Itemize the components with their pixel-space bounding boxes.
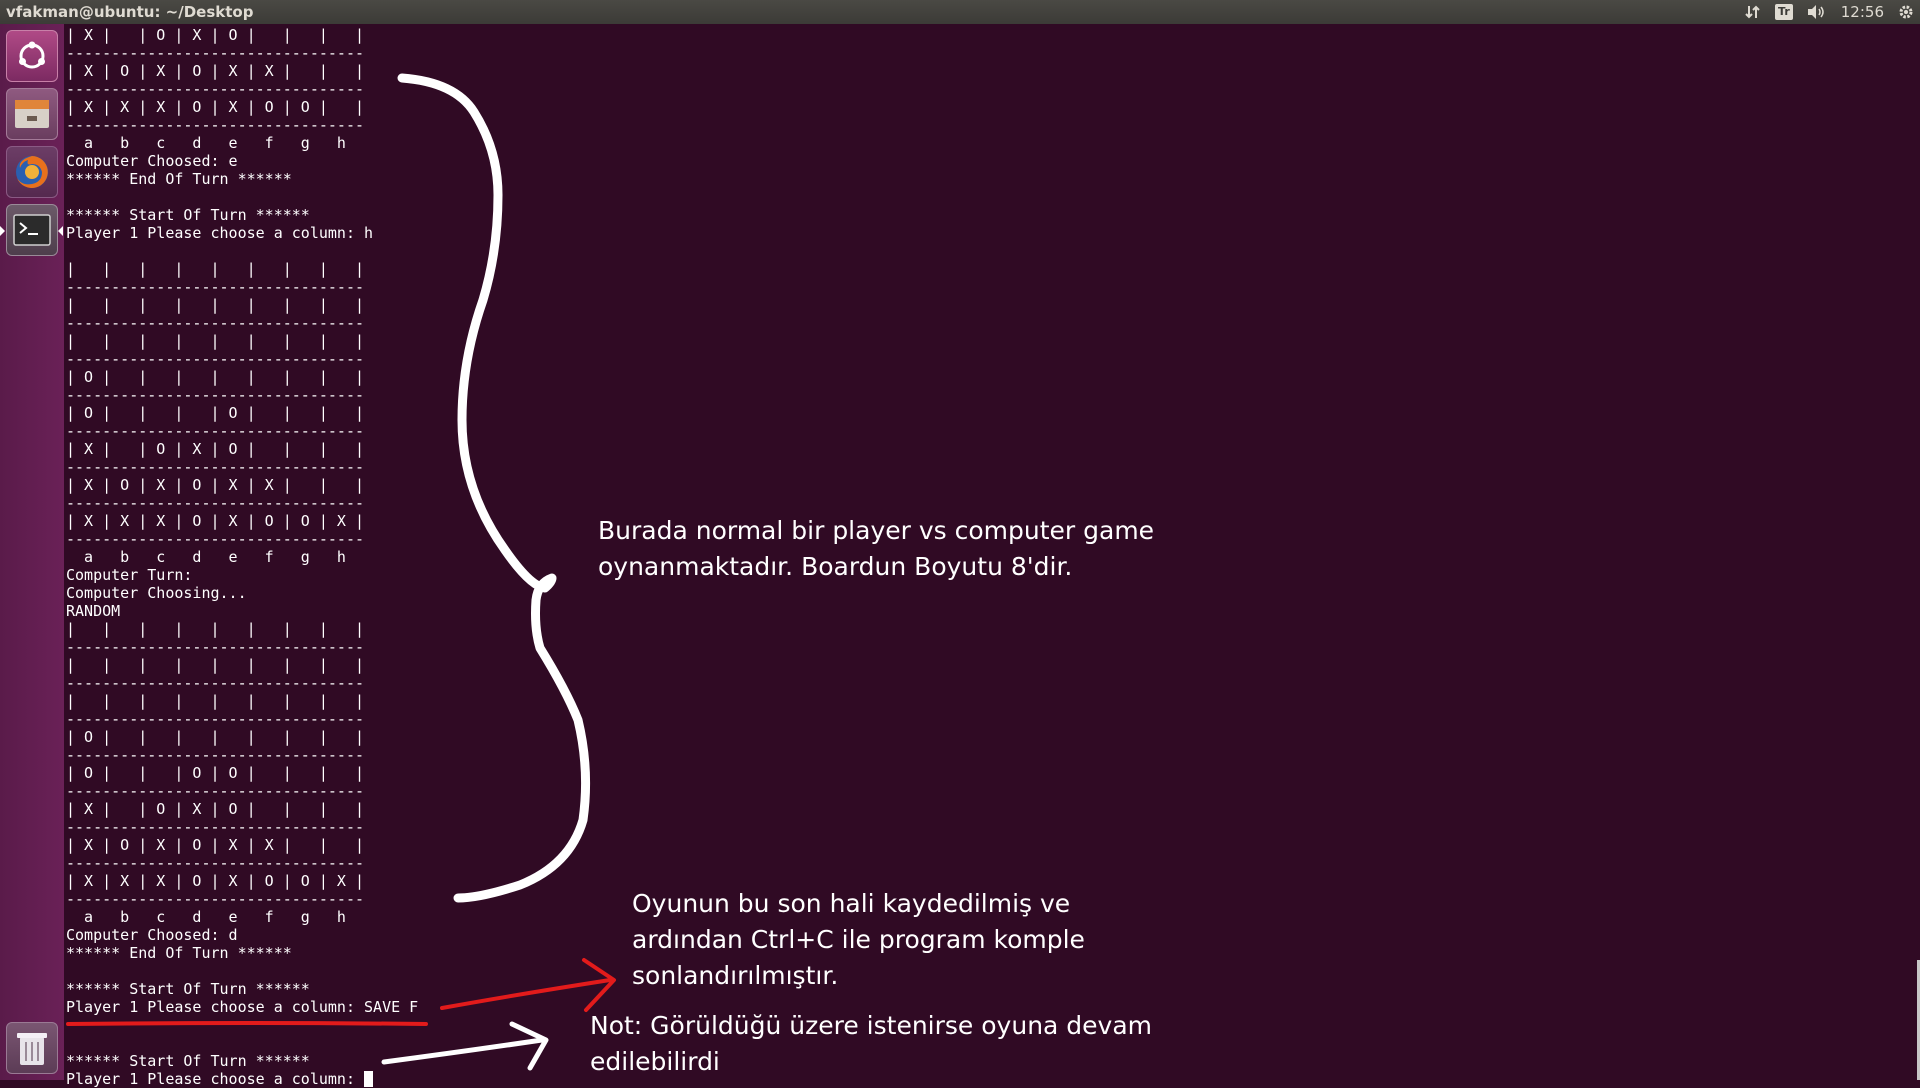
terminal-line: --------------------------------- — [66, 116, 365, 134]
terminal-line: | O | | | O | O | | | | — [66, 764, 365, 782]
terminal-line: ****** End Of Turn ****** — [66, 170, 292, 188]
terminal-line: ****** Start Of Turn ****** — [66, 1052, 310, 1070]
annotation-note-game: Burada normal bir player vs computer gam… — [598, 516, 1155, 581]
keyboard-layout-label: Tr — [1775, 4, 1793, 20]
terminal-line: | | | | | | | | | — [66, 332, 365, 350]
terminal-line: --------------------------------- — [66, 278, 365, 296]
keyboard-layout-icon[interactable]: Tr — [1775, 0, 1793, 24]
network-arrows-icon[interactable] — [1745, 0, 1761, 24]
terminal-line: Player 1 Please choose a column: SAVE F — [66, 998, 419, 1016]
terminal-line: --------------------------------- — [66, 818, 365, 836]
terminal-line: Player 1 Please choose a column: h — [66, 224, 374, 242]
terminal-line: --------------------------------- — [66, 890, 365, 908]
terminal-line: --------------------------------- — [66, 530, 365, 548]
terminal-line: | X | O | X | O | X | X | | | — [66, 476, 365, 494]
terminal-line: ****** End Of Turn ****** — [66, 944, 292, 962]
dash-home-icon[interactable] — [6, 30, 58, 82]
terminal-line: --------------------------------- — [66, 746, 365, 764]
terminal-line: --------------------------------- — [66, 494, 365, 512]
terminal-line: --------------------------------- — [66, 782, 365, 800]
files-icon[interactable] — [6, 88, 58, 140]
terminal-line: RANDOM — [66, 602, 121, 620]
indicator-area: Tr 12:56 — [1745, 0, 1914, 24]
terminal-line: | X | | O | X | O | | | | — [66, 26, 365, 44]
terminal-prompt: Player 1 Please choose a column: — [66, 1070, 365, 1088]
terminal-line: | X | O | X | O | X | X | | | — [66, 836, 365, 854]
terminal-line: --------------------------------- — [66, 386, 365, 404]
terminal-line: | | | | | | | | | — [66, 260, 365, 278]
terminal-line: | X | | O | X | O | | | | — [66, 440, 365, 458]
terminal-line: Computer Turn: — [66, 566, 193, 584]
terminal-line: Computer Choosing... — [66, 584, 247, 602]
terminal-line: | | | | | | | | | — [66, 620, 365, 638]
terminal-output: | X | | O | X | O | | | | --------------… — [66, 26, 418, 1088]
terminal-line: | X | O | X | O | X | X | | | — [66, 62, 365, 80]
terminal-line: | | | | | | | | | — [66, 692, 365, 710]
active-app-right-arrow — [58, 226, 63, 236]
terminal-line: a b c d e f g h — [84, 908, 346, 926]
terminal-line: --------------------------------- — [66, 710, 365, 728]
terminal-line: | | | | | | | | | — [66, 296, 365, 314]
clock[interactable]: 12:56 — [1841, 0, 1884, 24]
terminal-line: --------------------------------- — [66, 44, 365, 62]
terminal-line: --------------------------------- — [66, 854, 365, 872]
active-app-left-arrow — [0, 226, 5, 236]
terminal-icon[interactable] — [6, 204, 58, 256]
top-panel: vfakman@ubuntu: ~/Desktop Tr 12:56 — [0, 0, 1920, 24]
terminal-line: --------------------------------- — [66, 422, 365, 440]
terminal-line: --------------------------------- — [66, 674, 365, 692]
terminal-line: ****** Start Of Turn ****** — [66, 206, 310, 224]
terminal-line: | X | | O | X | O | | | | — [66, 800, 365, 818]
terminal-line: --------------------------------- — [66, 638, 365, 656]
annotation-note-saved: Oyunun bu son hali kaydedilmiş ve ardınd… — [632, 889, 1085, 990]
terminal-line: Computer Choosed: e — [66, 152, 238, 170]
firefox-icon[interactable] — [6, 146, 58, 198]
terminal-line: | X | X | X | O | X | O | O | | — [66, 98, 365, 116]
terminal-line: Computer Choosed: d — [66, 926, 238, 944]
terminal-line: --------------------------------- — [66, 350, 365, 368]
annotation-note-continue: Not: Görüldüğü üzere istenirse oyuna dev… — [590, 1011, 1153, 1076]
trash-icon[interactable] — [6, 1022, 58, 1074]
terminal-line: | O | | | | | | | | — [66, 368, 365, 386]
terminal-line: --------------------------------- — [66, 314, 365, 332]
terminal-line: a b c d e f g h — [84, 548, 346, 566]
terminal-line: | O | | | | O | | | | — [66, 404, 365, 422]
terminal-line: | O | | | | | | | | — [66, 728, 365, 746]
terminal-line: | X | X | X | O | X | O | O | X | — [66, 872, 365, 890]
terminal-line: --------------------------------- — [66, 80, 365, 98]
terminal-cursor — [364, 1071, 374, 1087]
gear-icon[interactable] — [1898, 0, 1914, 24]
window-title: vfakman@ubuntu: ~/Desktop — [6, 3, 254, 21]
launcher — [0, 24, 65, 1080]
volume-icon[interactable] — [1807, 0, 1827, 24]
terminal-line: ****** Start Of Turn ****** — [66, 980, 310, 998]
terminal-line: --------------------------------- — [66, 458, 365, 476]
terminal-line: a b c d e f g h — [84, 134, 346, 152]
terminal-line: | X | X | X | O | X | O | O | X | — [66, 512, 365, 530]
terminal-line: | | | | | | | | | — [66, 656, 365, 674]
